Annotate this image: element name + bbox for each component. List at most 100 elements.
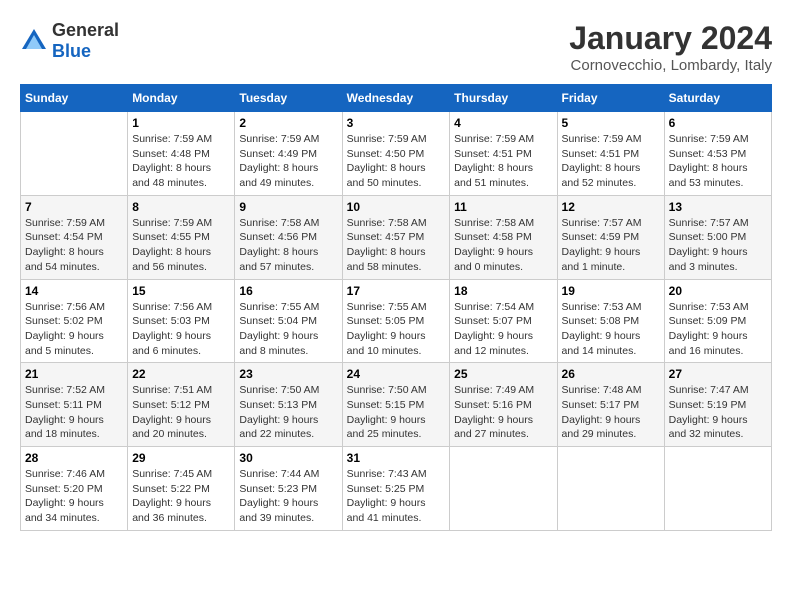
calendar-cell — [664, 447, 771, 531]
day-number: 22 — [132, 367, 230, 381]
day-info: Sunrise: 7:54 AMSunset: 5:07 PMDaylight:… — [454, 300, 552, 359]
calendar-cell: 4 Sunrise: 7:59 AMSunset: 4:51 PMDaylight… — [450, 112, 557, 196]
calendar-cell: 29 Sunrise: 7:45 AMSunset: 5:22 PMDayligh… — [128, 447, 235, 531]
calendar-cell: 5Sunrise: 7:59 AMSunset: 4:51 PMDaylight… — [557, 112, 664, 196]
calendar-cell: 10Sunrise: 7:58 AMSunset: 4:57 PMDayligh… — [342, 195, 450, 279]
day-info: Sunrise: 7:55 AMSunset: 5:04 PMDaylight:… — [239, 300, 337, 359]
calendar-cell: 6Sunrise: 7:59 AMSunset: 4:53 PMDaylight… — [664, 112, 771, 196]
calendar-table: SundayMondayTuesdayWednesdayThursdayFrid… — [20, 84, 772, 531]
calendar-cell: 19 Sunrise: 7:53 AMSunset: 5:08 PMDayligh… — [557, 279, 664, 363]
day-number: 26 — [562, 367, 660, 381]
day-info: Sunrise: 7:59 AMSunset: 4:48 PMDaylight:… — [132, 132, 230, 191]
calendar-header-row: SundayMondayTuesdayWednesdayThursdayFrid… — [21, 85, 772, 112]
page-header: General Blue January 2024 Cornovecchio, … — [20, 20, 772, 74]
location-title: Cornovecchio, Lombardy, Italy — [569, 57, 772, 74]
day-info: Sunrise: 7:47 AMSunset: 5:19 PMDaylight:… — [669, 383, 767, 442]
day-info: Sunrise: 7:58 AMSunset: 4:57 PMDaylight:… — [347, 216, 446, 275]
day-number: 16 — [239, 284, 337, 298]
day-number: 23 — [239, 367, 337, 381]
day-number: 13 — [669, 200, 767, 214]
logo-text-general: General — [52, 20, 119, 40]
logo-icon — [20, 27, 48, 55]
day-info: Sunrise: 7:53 AMSunset: 5:08 PMDaylight:… — [562, 300, 660, 359]
day-number: 17 — [347, 284, 446, 298]
day-info: Sunrise: 7:43 AMSunset: 5:25 PMDaylight:… — [347, 467, 446, 526]
calendar-cell: 25Sunrise: 7:49 AMSunset: 5:16 PMDayligh… — [450, 363, 557, 447]
day-number: 8 — [132, 200, 230, 214]
calendar-body: 1 Sunrise: 7:59 AMSunset: 4:48 PMDaylight… — [21, 112, 772, 531]
day-number: 31 — [347, 451, 446, 465]
day-info: Sunrise: 7:59 AMSunset: 4:49 PMDaylight:… — [239, 132, 337, 191]
day-info: Sunrise: 7:50 AMSunset: 5:15 PMDaylight:… — [347, 383, 446, 442]
day-number: 4 — [454, 116, 552, 130]
calendar-cell: 11 Sunrise: 7:58 AMSunset: 4:58 PMDayligh… — [450, 195, 557, 279]
calendar-cell: 12 Sunrise: 7:57 AMSunset: 4:59 PMDayligh… — [557, 195, 664, 279]
calendar-cell: 13Sunrise: 7:57 AMSunset: 5:00 PMDayligh… — [664, 195, 771, 279]
day-number: 24 — [347, 367, 446, 381]
day-number: 1 — [132, 116, 230, 130]
day-number: 7 — [25, 200, 123, 214]
day-number: 2 — [239, 116, 337, 130]
column-header-wednesday: Wednesday — [342, 85, 450, 112]
calendar-cell: 9Sunrise: 7:58 AMSunset: 4:56 PMDaylight… — [235, 195, 342, 279]
day-info: Sunrise: 7:44 AMSunset: 5:23 PMDaylight:… — [239, 467, 337, 526]
week-row-4: 21 Sunrise: 7:52 AMSunset: 5:11 PMDayligh… — [21, 363, 772, 447]
calendar-cell: 2 Sunrise: 7:59 AMSunset: 4:49 PMDaylight… — [235, 112, 342, 196]
day-info: Sunrise: 7:55 AMSunset: 5:05 PMDaylight:… — [347, 300, 446, 359]
calendar-cell: 15Sunrise: 7:56 AMSunset: 5:03 PMDayligh… — [128, 279, 235, 363]
column-header-friday: Friday — [557, 85, 664, 112]
column-header-sunday: Sunday — [21, 85, 128, 112]
day-number: 30 — [239, 451, 337, 465]
day-info: Sunrise: 7:57 AMSunset: 4:59 PMDaylight:… — [562, 216, 660, 275]
day-number: 3 — [347, 116, 446, 130]
day-info: Sunrise: 7:59 AMSunset: 4:51 PMDaylight:… — [454, 132, 552, 191]
month-title: January 2024 — [569, 20, 772, 57]
column-header-tuesday: Tuesday — [235, 85, 342, 112]
day-number: 29 — [132, 451, 230, 465]
day-info: Sunrise: 7:49 AMSunset: 5:16 PMDaylight:… — [454, 383, 552, 442]
calendar-cell: 21 Sunrise: 7:52 AMSunset: 5:11 PMDayligh… — [21, 363, 128, 447]
calendar-cell: 22 Sunrise: 7:51 AMSunset: 5:12 PMDayligh… — [128, 363, 235, 447]
day-number: 12 — [562, 200, 660, 214]
calendar-cell: 14Sunrise: 7:56 AMSunset: 5:02 PMDayligh… — [21, 279, 128, 363]
week-row-1: 1 Sunrise: 7:59 AMSunset: 4:48 PMDaylight… — [21, 112, 772, 196]
calendar-cell: 27 Sunrise: 7:47 AMSunset: 5:19 PMDayligh… — [664, 363, 771, 447]
day-info: Sunrise: 7:59 AMSunset: 4:55 PMDaylight:… — [132, 216, 230, 275]
day-number: 18 — [454, 284, 552, 298]
title-area: January 2024 Cornovecchio, Lombardy, Ita… — [569, 20, 772, 74]
day-number: 27 — [669, 367, 767, 381]
day-info: Sunrise: 7:58 AMSunset: 4:58 PMDaylight:… — [454, 216, 552, 275]
calendar-cell: 18 Sunrise: 7:54 AMSunset: 5:07 PMDayligh… — [450, 279, 557, 363]
calendar-cell: 31 Sunrise: 7:43 AMSunset: 5:25 PMDayligh… — [342, 447, 450, 531]
calendar-cell: 28Sunrise: 7:46 AMSunset: 5:20 PMDayligh… — [21, 447, 128, 531]
calendar-cell: 24 Sunrise: 7:50 AMSunset: 5:15 PMDayligh… — [342, 363, 450, 447]
day-number: 11 — [454, 200, 552, 214]
day-info: Sunrise: 7:50 AMSunset: 5:13 PMDaylight:… — [239, 383, 337, 442]
calendar-cell: 16 Sunrise: 7:55 AMSunset: 5:04 PMDayligh… — [235, 279, 342, 363]
day-info: Sunrise: 7:56 AMSunset: 5:03 PMDaylight:… — [132, 300, 230, 359]
calendar-cell: 23 Sunrise: 7:50 AMSunset: 5:13 PMDayligh… — [235, 363, 342, 447]
calendar-cell: 3Sunrise: 7:59 AMSunset: 4:50 PMDaylight… — [342, 112, 450, 196]
day-number: 19 — [562, 284, 660, 298]
column-header-saturday: Saturday — [664, 85, 771, 112]
day-info: Sunrise: 7:45 AMSunset: 5:22 PMDaylight:… — [132, 467, 230, 526]
day-info: Sunrise: 7:56 AMSunset: 5:02 PMDaylight:… — [25, 300, 123, 359]
day-info: Sunrise: 7:51 AMSunset: 5:12 PMDaylight:… — [132, 383, 230, 442]
column-header-monday: Monday — [128, 85, 235, 112]
calendar-cell: 7Sunrise: 7:59 AMSunset: 4:54 PMDaylight… — [21, 195, 128, 279]
day-info: Sunrise: 7:59 AMSunset: 4:51 PMDaylight:… — [562, 132, 660, 191]
week-row-2: 7Sunrise: 7:59 AMSunset: 4:54 PMDaylight… — [21, 195, 772, 279]
day-info: Sunrise: 7:46 AMSunset: 5:20 PMDaylight:… — [25, 467, 123, 526]
logo: General Blue — [20, 20, 119, 62]
calendar-cell: 20Sunrise: 7:53 AMSunset: 5:09 PMDayligh… — [664, 279, 771, 363]
calendar-cell: 8 Sunrise: 7:59 AMSunset: 4:55 PMDaylight… — [128, 195, 235, 279]
day-info: Sunrise: 7:52 AMSunset: 5:11 PMDaylight:… — [25, 383, 123, 442]
day-number: 21 — [25, 367, 123, 381]
calendar-cell: 26Sunrise: 7:48 AMSunset: 5:17 PMDayligh… — [557, 363, 664, 447]
calendar-cell: 17 Sunrise: 7:55 AMSunset: 5:05 PMDayligh… — [342, 279, 450, 363]
week-row-3: 14Sunrise: 7:56 AMSunset: 5:02 PMDayligh… — [21, 279, 772, 363]
logo-text-blue: Blue — [52, 41, 91, 61]
calendar-cell: 30 Sunrise: 7:44 AMSunset: 5:23 PMDayligh… — [235, 447, 342, 531]
week-row-5: 28Sunrise: 7:46 AMSunset: 5:20 PMDayligh… — [21, 447, 772, 531]
calendar-cell — [557, 447, 664, 531]
